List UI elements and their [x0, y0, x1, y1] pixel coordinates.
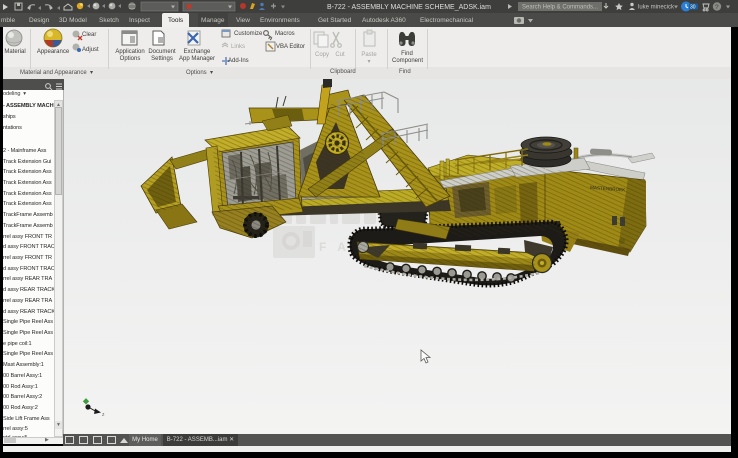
- svg-text:?: ?: [715, 4, 719, 11]
- svg-text:F A: F A: [319, 240, 350, 254]
- svg-text:z: z: [102, 412, 105, 418]
- svg-text:B-722 - ASSEMBLY MACHINE SCHEM: B-722 - ASSEMBLY MACHINE SCHEME_ADSK.iam: [327, 4, 491, 11]
- svg-text:Search Help & Commands...: Search Help & Commands...: [522, 5, 598, 11]
- svg-text:30: 30: [690, 4, 696, 10]
- svg-text:luke minecick: luke minecick: [638, 5, 675, 11]
